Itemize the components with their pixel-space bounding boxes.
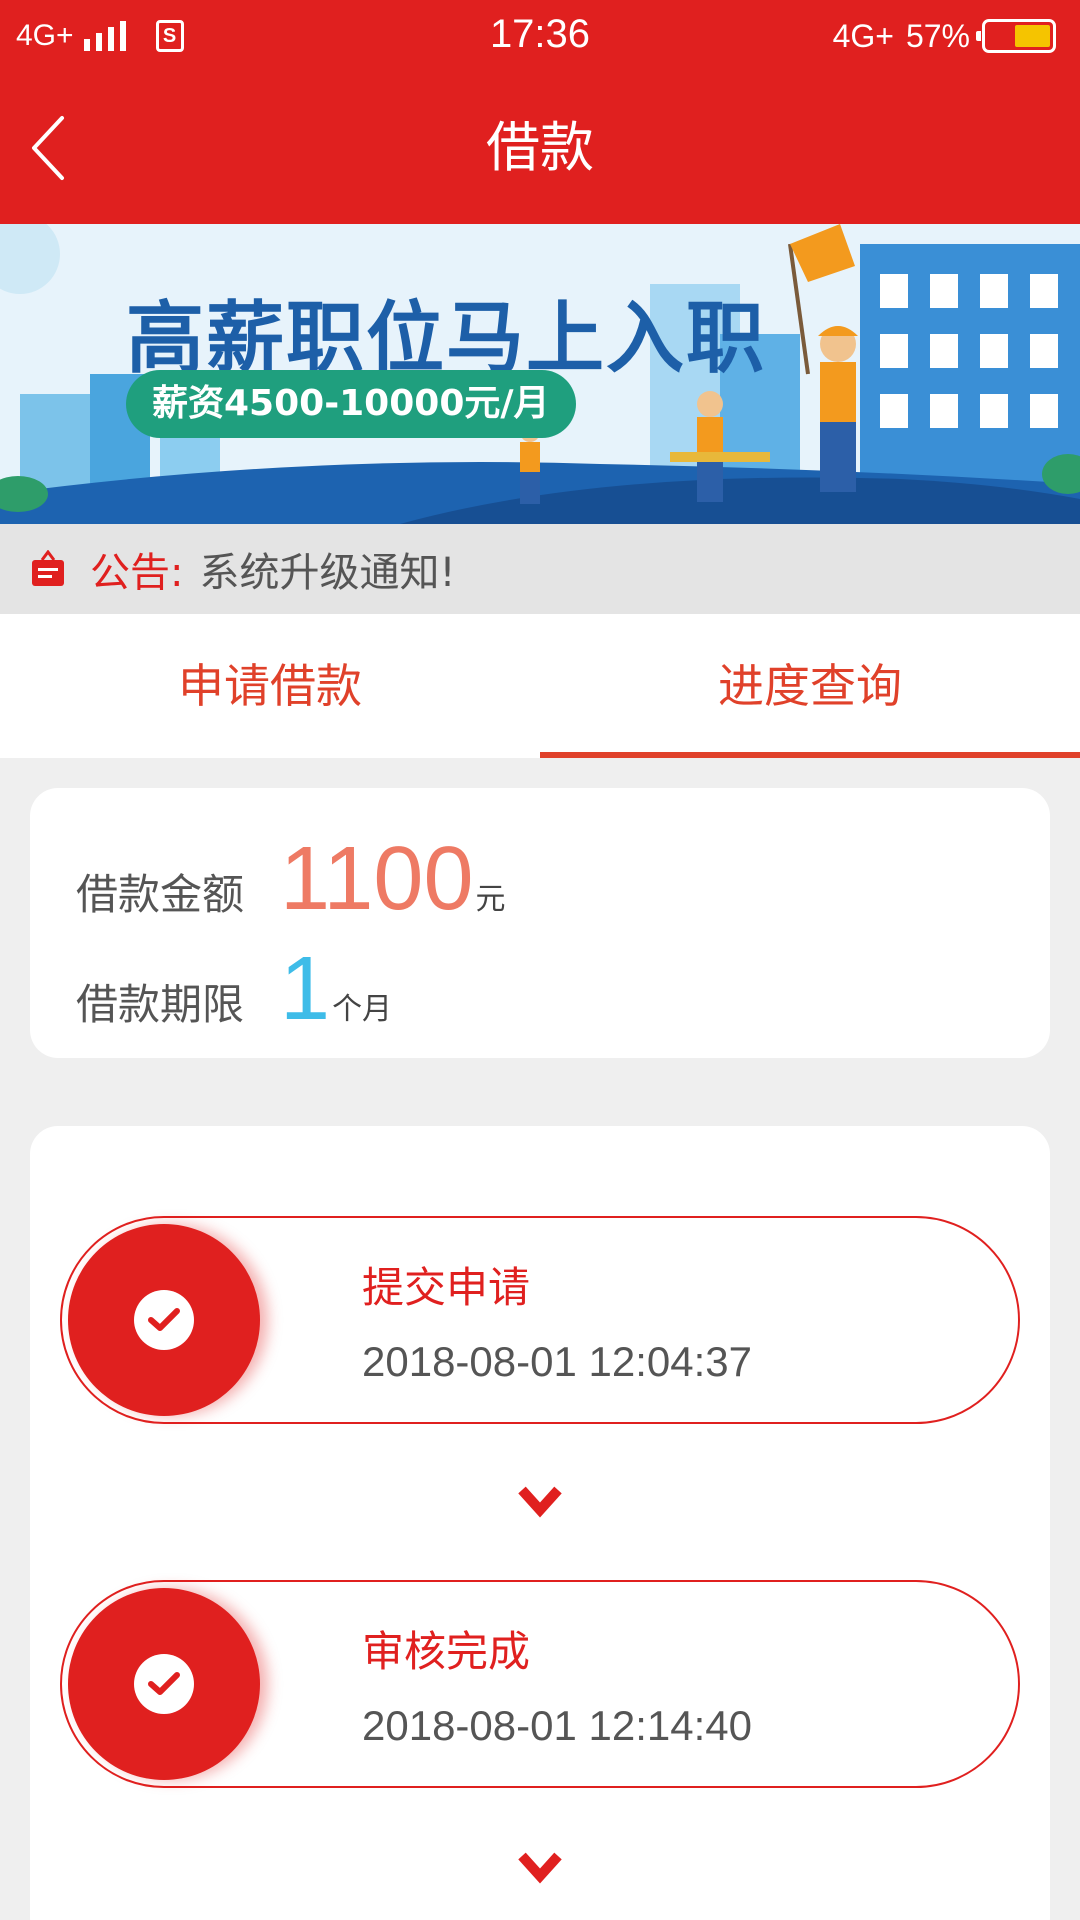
loan-amount-value: 1100 <box>280 829 474 929</box>
status-bar: 4G+ S 17:36 4G+ 57% <box>0 0 1080 72</box>
loan-term-unit: 个月 <box>332 992 393 1027</box>
step-status-circle <box>68 1588 260 1780</box>
progress-step: 审核完成 2018-08-01 12:14:40 <box>60 1580 1020 1788</box>
status-right: 4G+ 57% <box>833 16 1056 56</box>
loan-term-row: 借款期限 1 个月 <box>76 938 392 1041</box>
chevron-down-icon <box>518 1852 562 1884</box>
loan-amount-label: 借款金额 <box>76 870 245 919</box>
notice-icon <box>32 550 64 586</box>
app-header: 借款 <box>0 72 1080 224</box>
banner-salary-pill: 薪资4500-10000元/月 <box>126 370 576 438</box>
page-title: 借款 <box>486 116 594 179</box>
tab-progress-query[interactable]: 进度查询 <box>540 614 1080 758</box>
tab-apply-loan[interactable]: 申请借款 <box>0 614 540 758</box>
battery-percent: 57% <box>905 17 970 54</box>
network-type-right: 4G+ <box>832 17 894 54</box>
notice-label: 公告: <box>90 550 184 596</box>
step-time: 2018-08-01 12:04:37 <box>362 1338 752 1385</box>
promo-banner[interactable]: 高薪职位马上入职 薪资4500-10000元/月 <box>0 224 1080 524</box>
tab-bar: 申请借款 进度查询 <box>0 614 1080 758</box>
progress-step: 提交申请 2018-08-01 12:04:37 <box>60 1216 1020 1424</box>
progress-card: 提交申请 2018-08-01 12:04:37 审核完成 2018-08-01… <box>30 1126 1050 1920</box>
loan-amount-row: 借款金额 1100 元 <box>76 828 506 931</box>
loan-term-label: 借款期限 <box>76 980 245 1029</box>
loan-term-value: 1 <box>280 939 331 1039</box>
loan-amount-unit: 元 <box>475 882 506 917</box>
step-time: 2018-08-01 12:14:40 <box>362 1702 752 1749</box>
loan-summary-card: 借款金额 1100 元 借款期限 1 个月 <box>30 788 1050 1058</box>
announcement-bar[interactable]: 公告: 系统升级通知! <box>0 524 1080 614</box>
step-name: 审核完成 <box>362 1627 531 1676</box>
top-bar: 4G+ S 17:36 4G+ 57% 借款 <box>0 0 1080 224</box>
step-status-circle <box>68 1224 260 1416</box>
check-icon <box>134 1290 194 1350</box>
step-name: 提交申请 <box>362 1263 531 1312</box>
check-icon <box>134 1654 194 1714</box>
battery-icon <box>976 19 1056 53</box>
chevron-down-icon <box>518 1486 562 1518</box>
battery-fill <box>1014 25 1050 47</box>
notice-text: 系统升级通知! <box>199 550 456 596</box>
